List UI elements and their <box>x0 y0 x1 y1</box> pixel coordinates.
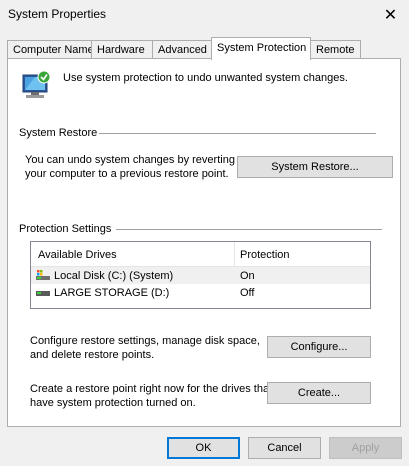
tab-system-protection[interactable]: System Protection <box>211 37 311 60</box>
tab-hardware[interactable]: Hardware <box>91 40 153 58</box>
system-restore-section-title: System Restore <box>19 127 98 139</box>
drive-row-c[interactable]: Local Disk (C:) (System) On <box>31 267 370 284</box>
close-icon: ✕ <box>383 7 398 24</box>
close-button[interactable]: ✕ <box>372 0 409 30</box>
drive-icon <box>36 291 50 296</box>
system-restore-button[interactable]: System Restore... <box>237 156 393 178</box>
system-protection-icon <box>22 70 51 98</box>
drive-name: Local Disk (C:) (System) <box>54 270 174 282</box>
tab-remote[interactable]: Remote <box>310 40 361 58</box>
column-separator[interactable] <box>234 242 235 266</box>
protection-settings-section-title: Protection Settings <box>19 223 112 235</box>
configure-description-line2: and delete restore points. <box>30 349 155 361</box>
system-restore-description-line2: your computer to a previous restore poin… <box>25 168 229 180</box>
drive-protection-status: Off <box>240 287 255 299</box>
drives-list[interactable]: Available Drives Protection Local Disk (… <box>30 241 371 309</box>
create-button[interactable]: Create... <box>267 382 371 404</box>
configure-button[interactable]: Configure... <box>267 336 371 358</box>
drive-protection-status: On <box>240 270 255 282</box>
configure-description-line1: Configure restore settings, manage disk … <box>30 335 260 347</box>
drive-name: LARGE STORAGE (D:) <box>54 287 170 299</box>
column-header-available-drives[interactable]: Available Drives <box>38 248 117 262</box>
column-header-protection[interactable]: Protection <box>240 248 290 262</box>
window-title: System Properties <box>8 7 107 21</box>
system-restore-divider <box>99 133 376 134</box>
tab-computer-name[interactable]: Computer Name <box>7 40 94 58</box>
protection-settings-divider <box>116 229 382 230</box>
create-description-line2: have system protection turned on. <box>30 397 196 409</box>
header-description: Use system protection to undo unwanted s… <box>63 72 348 84</box>
drives-list-header: Available Drives Protection <box>31 242 370 267</box>
tab-advanced[interactable]: Advanced <box>152 40 212 58</box>
drive-row-d[interactable]: LARGE STORAGE (D:) Off <box>31 284 370 301</box>
cancel-button[interactable]: Cancel <box>248 437 321 459</box>
create-description-line1: Create a restore point right now for the… <box>30 383 273 395</box>
ok-button[interactable]: OK <box>167 437 240 459</box>
apply-button[interactable]: Apply <box>329 437 402 459</box>
system-restore-description-line1: You can undo system changes by reverting <box>25 154 235 166</box>
system-drive-icon <box>36 270 50 280</box>
